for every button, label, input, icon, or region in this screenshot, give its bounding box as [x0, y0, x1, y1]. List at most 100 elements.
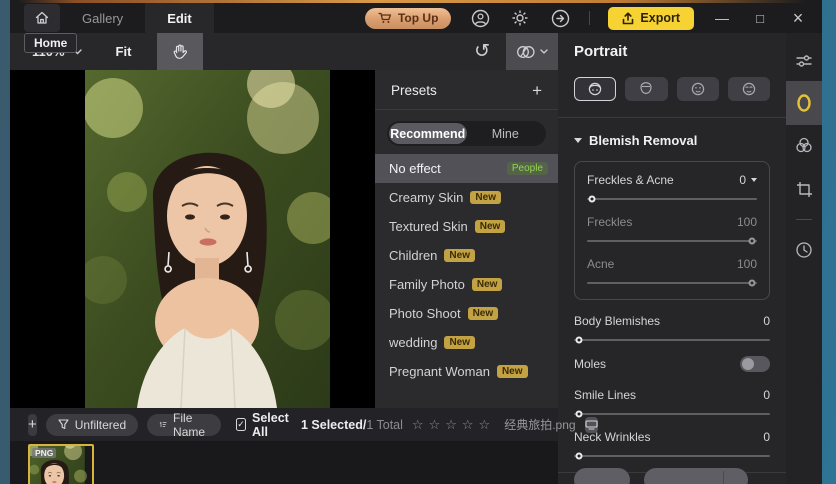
slider-knob[interactable]	[748, 237, 756, 245]
tab-mine[interactable]: Mine	[467, 123, 545, 144]
star-icon[interactable]: ☆	[462, 417, 479, 432]
adjustments-tool[interactable]	[786, 41, 822, 81]
slider-knob[interactable]	[575, 410, 583, 418]
makeup-face-icon	[742, 82, 756, 96]
preset-item-no-effect[interactable]: No effect People	[375, 154, 558, 183]
tab-gallery[interactable]: Gallery	[60, 3, 145, 33]
toggle-knob	[742, 358, 754, 370]
account-button[interactable]	[469, 7, 491, 29]
collapse-triangle-icon	[574, 138, 582, 143]
slider-track[interactable]	[574, 336, 770, 344]
preset-item-photo-shoot[interactable]: Photo Shoot New	[375, 299, 558, 328]
new-badge: New	[496, 365, 528, 378]
star-icon[interactable]: ☆	[479, 417, 496, 432]
star-icon[interactable]: ☆	[429, 417, 446, 432]
slider-track[interactable]	[587, 237, 757, 245]
user-icon	[471, 9, 490, 27]
presets-tab-switch: Recommend Mine	[387, 121, 546, 146]
slider-knob[interactable]	[588, 195, 596, 203]
panel-primary-split-button[interactable]	[644, 468, 748, 484]
color-tool[interactable]	[786, 125, 822, 165]
slider-body-blemishes: Body Blemishes 0	[574, 314, 770, 344]
slider-track[interactable]	[587, 279, 757, 287]
slider-value: 0	[763, 430, 770, 444]
slider-value: 0	[739, 173, 746, 187]
export-button[interactable]: Export	[608, 6, 694, 30]
presets-panel: Presets + Recommend Mine No effect People…	[375, 70, 558, 408]
compare-button[interactable]	[506, 33, 558, 70]
preset-label: Photo Shoot	[389, 306, 461, 321]
crop-tool[interactable]	[786, 169, 822, 209]
star-icon[interactable]: ☆	[445, 417, 462, 432]
portrait-category-tabs	[574, 77, 770, 101]
gear-icon	[512, 10, 528, 26]
portrait-face-icon	[588, 82, 602, 96]
preset-label: wedding	[389, 335, 438, 350]
home-button[interactable]	[24, 4, 60, 32]
format-badge: PNG	[32, 448, 57, 458]
preset-item-children[interactable]: Children New	[375, 241, 558, 270]
tab-recommend[interactable]: Recommend	[389, 123, 467, 144]
portrait-tool[interactable]	[786, 81, 822, 125]
star-rating[interactable]: ☆☆☆☆☆	[412, 417, 495, 433]
tab-face-shape[interactable]	[625, 77, 668, 101]
slider-value: 0	[763, 388, 770, 402]
image-thumbnail[interactable]: PNG	[28, 444, 94, 484]
preset-item-creamy-skin[interactable]: Creamy Skin New	[375, 183, 558, 212]
minimize-button[interactable]: —	[712, 10, 732, 26]
settings-button[interactable]	[509, 7, 531, 29]
preset-item-textured-skin[interactable]: Textured Skin New	[375, 212, 558, 241]
select-all-checkbox[interactable]: ✓	[236, 418, 247, 431]
panel-secondary-button[interactable]	[574, 468, 630, 484]
select-all-control[interactable]: ✓ Select All	[236, 411, 292, 439]
forward-icon	[551, 9, 570, 27]
fit-button[interactable]: Fit	[116, 44, 132, 59]
blemish-removal-section-header[interactable]: Blemish Removal	[574, 133, 770, 148]
chevron-down-icon[interactable]	[751, 178, 757, 182]
home-icon	[35, 11, 49, 24]
reset-button[interactable]: ↺	[474, 42, 490, 61]
people-badge: People	[506, 162, 548, 175]
slider-value: 100	[736, 215, 757, 229]
titlebar: Gallery Edit Top Up Export — □ ×	[10, 3, 822, 33]
bottom-bar: + Unfiltered File Name ✓ Select All 1 Se…	[10, 408, 598, 441]
tab-face-features[interactable]	[676, 77, 719, 101]
slider-track[interactable]	[574, 410, 770, 418]
filter-button[interactable]: Unfiltered	[45, 413, 139, 436]
preset-label: No effect	[389, 161, 441, 176]
preset-item-wedding[interactable]: wedding New	[375, 328, 558, 357]
feedback-button[interactable]	[549, 7, 571, 29]
top-up-button[interactable]: Top Up	[364, 7, 452, 29]
slider-label: Freckles	[587, 215, 633, 229]
history-tool[interactable]	[786, 230, 822, 270]
add-preset-button[interactable]: +	[532, 82, 542, 99]
tab-portrait-skin[interactable]	[574, 77, 617, 101]
close-button[interactable]: ×	[788, 8, 808, 29]
chevron-down-icon	[540, 49, 548, 54]
slider-track[interactable]	[587, 195, 757, 203]
new-badge: New	[444, 249, 475, 262]
slider-knob[interactable]	[575, 336, 583, 344]
select-all-label: Select All	[252, 410, 289, 439]
export-label: Export	[640, 11, 680, 25]
maximize-button[interactable]: □	[750, 11, 770, 26]
slider-knob[interactable]	[575, 452, 583, 460]
image-canvas[interactable]	[10, 70, 375, 408]
slider-knob[interactable]	[748, 279, 756, 287]
sort-button[interactable]: File Name	[147, 411, 222, 439]
slider-track[interactable]	[574, 452, 770, 460]
toggle-moles[interactable]	[740, 356, 770, 372]
slider-smile-lines: Smile Lines 0	[574, 388, 770, 418]
display-mode-button[interactable]	[584, 416, 598, 433]
new-badge: New	[444, 336, 475, 349]
preset-item-family-photo[interactable]: Family Photo New	[375, 270, 558, 299]
add-image-button[interactable]: +	[28, 413, 37, 436]
tab-makeup[interactable]	[727, 77, 770, 101]
preset-item-pregnant-woman[interactable]: Pregnant Woman New	[375, 357, 558, 386]
face-shape-icon	[640, 82, 653, 94]
slider-freckles-acne: Freckles & Acne 0	[587, 173, 757, 203]
star-icon[interactable]: ☆	[412, 417, 429, 432]
tab-edit[interactable]: Edit	[145, 3, 214, 33]
history-icon	[796, 242, 812, 258]
hand-tool-button[interactable]	[157, 33, 204, 70]
